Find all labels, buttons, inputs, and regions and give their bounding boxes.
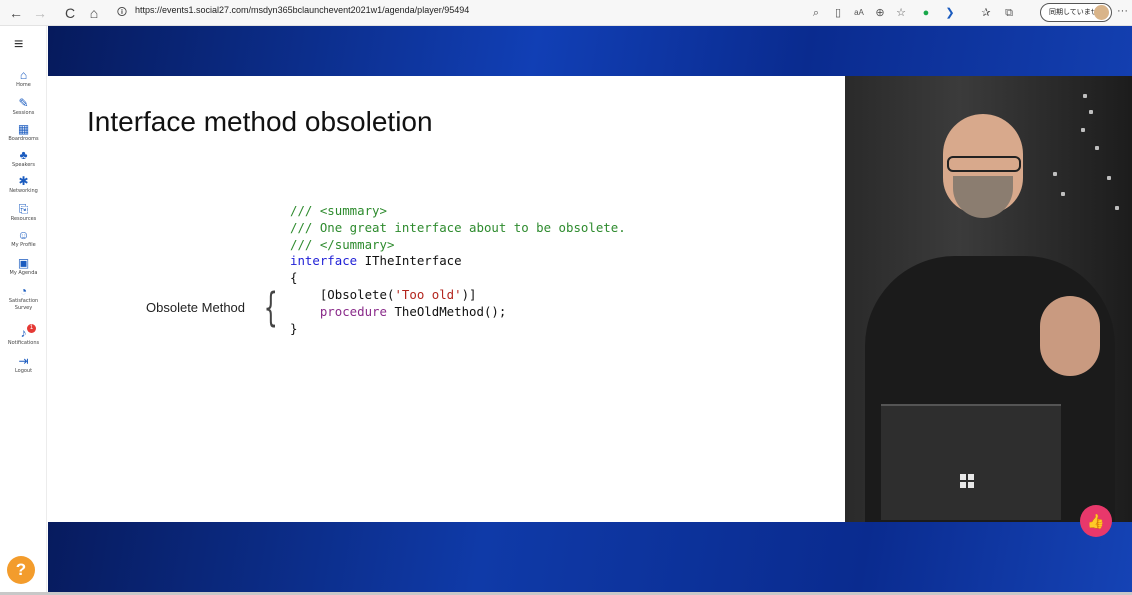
sidebar-item-satisfaction-survey[interactable]: ◔ Satisfaction Survey	[0, 284, 47, 312]
thumbs-up-icon[interactable]: 👍	[1080, 505, 1112, 537]
forward-button[interactable]: →	[30, 3, 50, 23]
address-bar[interactable]: https://events1.social27.com/msdyn365bcl…	[135, 5, 469, 15]
code-token: procedure	[290, 303, 387, 319]
presenter-video	[845, 76, 1132, 522]
code-token: 'Too old'	[394, 286, 462, 302]
reader-icon[interactable]: ▯	[830, 5, 846, 21]
sidebar-item-home[interactable]: ⌂ Home	[0, 68, 47, 89]
favorites-add-icon[interactable]: ☆	[893, 5, 909, 21]
sidebar-item-label: Home	[16, 82, 31, 88]
home-button[interactable]: ⌂	[84, 3, 104, 23]
sidebar-item-sessions[interactable]: ✎ Sessions	[0, 96, 47, 117]
sidebar-item-logout[interactable]: ⇥ Logout	[0, 354, 47, 375]
hamburger-menu-icon[interactable]: ≡	[14, 36, 23, 54]
curly-brace: {	[263, 285, 278, 331]
site-info-icon[interactable]: 🛈	[112, 3, 132, 23]
boardroom-icon: ▦	[17, 122, 30, 136]
code-token: }	[290, 320, 298, 336]
event-sidebar: ≡ ⌂ Home ✎ Sessions ▦ Boardrooms ♣ Speakers ✱ Net…	[0, 26, 47, 595]
sidebar-item-label: Sessions	[12, 110, 35, 116]
presentation-slide: Interface method obsoletion /// <summary…	[48, 76, 845, 522]
slide-title: Interface method obsoletion	[87, 106, 433, 137]
sidebar-item-boardrooms[interactable]: ▦ Boardrooms	[0, 122, 47, 143]
extension-green-icon[interactable]: ●	[918, 5, 934, 21]
code-token: {	[290, 270, 298, 286]
code-block: /// <summary>/// One great interface abo…	[290, 203, 626, 337]
sidebar-item-my-profile[interactable]: ☺ My Profile	[0, 228, 47, 249]
sidebar-item-notifications[interactable]: ♪ Notifications 1	[0, 324, 47, 347]
stage-banner-bottom	[48, 522, 1132, 592]
bell-icon: ♪	[20, 326, 27, 340]
laptop	[881, 404, 1061, 520]
profile-button[interactable]: 同期していません	[1040, 3, 1112, 22]
sidebar-item-my-agenda[interactable]: ▣ My Agenda	[0, 256, 47, 277]
video-player[interactable]: Interface method obsoletion /// <summary…	[48, 26, 1132, 592]
profile-icon: ☺	[17, 228, 30, 242]
code-line: [Obsolete('Too old')]	[290, 287, 626, 304]
avatar	[1094, 5, 1109, 20]
sidebar-item-networking[interactable]: ✱ Networking	[0, 174, 47, 195]
reload-button[interactable]: C	[60, 3, 80, 23]
windows-logo-icon	[960, 474, 974, 488]
code-token: /// <summary>	[290, 203, 387, 218]
code-token: interface	[290, 253, 358, 269]
sidebar-item-speakers[interactable]: ♣ Speakers	[0, 148, 47, 169]
notification-badge: 1	[27, 324, 36, 333]
sidebar-item-label: Networking	[9, 188, 38, 194]
home-icon: ⌂	[19, 68, 28, 82]
code-token: /// One great interface about to be obso…	[290, 219, 626, 235]
networking-icon: ✱	[18, 174, 29, 188]
code-line: /// </summary>	[290, 237, 626, 254]
sidebar-item-label: Resources	[10, 216, 37, 222]
code-token: TheOldMethod();	[386, 303, 507, 319]
speaker-icon: ♣	[19, 148, 28, 162]
favorites-icon[interactable]: ✰	[978, 5, 994, 21]
extension-blue-icon[interactable]: ❯	[942, 5, 958, 21]
zoom-icon[interactable]: ⊕	[872, 5, 888, 21]
sidebar-item-label: My Agenda	[9, 270, 38, 276]
code-token: [Obsolete(	[290, 286, 395, 302]
sidebar-item-resources[interactable]: ⎘ Resources	[0, 202, 47, 223]
search-icon[interactable]: ⌕	[808, 5, 824, 21]
stage-banner-top	[48, 26, 1132, 76]
annotation-label: Obsolete Method	[146, 300, 246, 315]
more-menu-button[interactable]: ···	[1117, 5, 1128, 17]
code-token: )]	[461, 286, 477, 302]
sidebar-item-label: Notifications	[7, 340, 40, 346]
sidebar-item-label: Boardrooms	[8, 136, 39, 142]
code-line: interface ITheInterface	[290, 253, 626, 270]
resources-icon: ⎘	[18, 202, 29, 216]
back-button[interactable]: ←	[6, 3, 26, 23]
code-line: procedure TheOldMethod();	[290, 304, 626, 321]
code-line: /// <summary>	[290, 203, 626, 220]
sidebar-item-label: Logout	[14, 368, 33, 374]
code-token: ITheInterface	[357, 253, 462, 269]
logout-icon: ⇥	[18, 354, 29, 368]
browser-toolbar: ← → C ⌂ 🛈 https://events1.social27.com/m…	[0, 0, 1132, 26]
pencil-icon: ✎	[18, 96, 29, 110]
code-line: /// One great interface about to be obso…	[290, 220, 626, 237]
font-icon[interactable]: aA	[851, 5, 867, 21]
code-line: {	[290, 270, 626, 287]
code-line: }	[290, 321, 626, 338]
help-button[interactable]: ?	[7, 556, 35, 584]
survey-icon: ◔	[19, 284, 28, 298]
code-token: /// </summary>	[290, 236, 395, 252]
agenda-icon: ▣	[17, 256, 30, 270]
sidebar-item-label: My Profile	[11, 242, 36, 248]
sidebar-item-label: Satisfaction Survey	[8, 298, 39, 311]
sidebar-item-label: Speakers	[12, 162, 35, 168]
collections-icon[interactable]: ⧉	[1001, 5, 1017, 21]
